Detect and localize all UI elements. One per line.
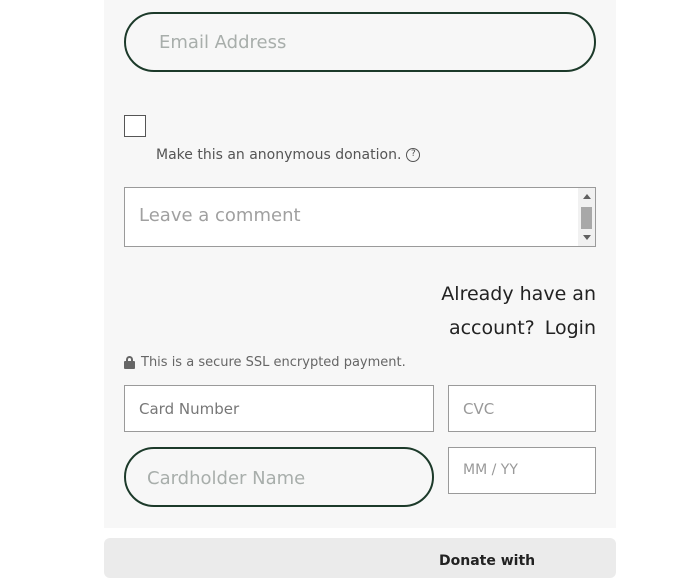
cardholder-placeholder: Cardholder Name bbox=[147, 468, 306, 489]
scroll-thumb[interactable] bbox=[581, 207, 592, 229]
comment-textarea[interactable]: Leave a comment bbox=[124, 187, 596, 247]
email-placeholder: Email Address bbox=[159, 32, 287, 53]
account-line-2: account? bbox=[448, 317, 535, 339]
card-number-field[interactable]: Card Number bbox=[124, 385, 434, 432]
anonymous-label: Make this an anonymous donation. bbox=[156, 147, 402, 163]
ssl-text: This is a secure SSL encrypted payment. bbox=[141, 355, 406, 370]
scroll-down-arrow-icon[interactable] bbox=[583, 235, 591, 240]
comment-scrollbar[interactable] bbox=[578, 188, 595, 246]
lock-icon bbox=[124, 356, 135, 369]
expiry-placeholder: MM / YY bbox=[463, 462, 518, 478]
scroll-up-arrow-icon[interactable] bbox=[583, 194, 591, 199]
donate-button[interactable]: Donate with bbox=[104, 538, 616, 578]
account-prompt: Already have an account? Login bbox=[441, 277, 596, 345]
ssl-notice: This is a secure SSL encrypted payment. bbox=[124, 355, 406, 370]
comment-placeholder: Leave a comment bbox=[139, 205, 301, 226]
cvc-field[interactable]: CVC bbox=[448, 385, 596, 432]
account-line-1: Already have an bbox=[441, 283, 596, 305]
cvc-placeholder: CVC bbox=[463, 400, 495, 418]
email-field[interactable]: Email Address bbox=[124, 12, 596, 72]
help-icon[interactable]: ? bbox=[406, 148, 421, 162]
card-number-placeholder: Card Number bbox=[139, 400, 240, 418]
cardholder-name-field[interactable]: Cardholder Name bbox=[124, 447, 434, 507]
expiry-field[interactable]: MM / YY bbox=[448, 447, 596, 494]
anonymous-row: Make this an anonymous donation. ? bbox=[156, 147, 421, 163]
donate-label: Donate with bbox=[439, 553, 536, 569]
login-link[interactable]: Login bbox=[545, 317, 596, 339]
anonymous-checkbox[interactable] bbox=[124, 115, 146, 137]
